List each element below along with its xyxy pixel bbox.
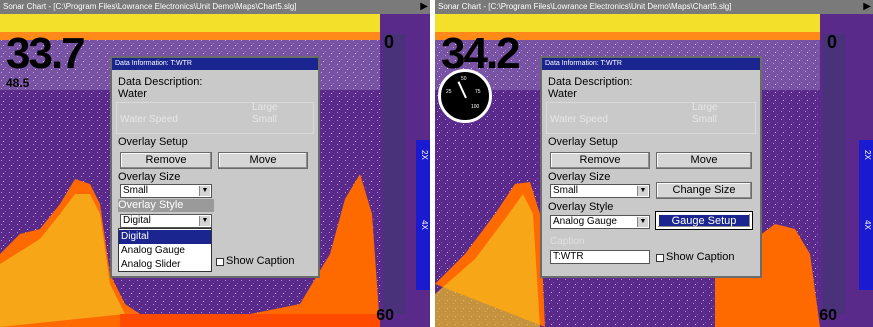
dialog-title: Data Information: T:WTR xyxy=(112,58,318,70)
remove-button[interactable]: Remove xyxy=(550,152,650,169)
overlay-style-dropdown[interactable]: Digital Analog Gauge Analog Slider xyxy=(118,228,212,272)
ghost-text: Water Speed xyxy=(120,114,178,125)
scroll-right-arrow-icon[interactable]: ▶ xyxy=(863,0,871,14)
chevron-down-icon[interactable]: ▼ xyxy=(637,217,648,227)
overlay-style-select[interactable]: Analog Gauge ▼ xyxy=(550,215,650,229)
data-information-dialog: Data Information: T:WTR Data Description… xyxy=(540,56,762,278)
caption-input[interactable]: T:WTR xyxy=(550,250,650,264)
show-caption-label[interactable]: Show Caption xyxy=(226,255,295,267)
secondary-reading: 48.5 xyxy=(6,76,30,90)
zoom-bar[interactable]: 2X 4X xyxy=(416,140,430,290)
gauge-setup-button[interactable]: Gauge Setup xyxy=(655,211,753,230)
show-caption-checkbox[interactable] xyxy=(656,254,664,262)
chevron-down-icon[interactable]: ▼ xyxy=(199,186,210,196)
overlay-size-select[interactable]: Small ▼ xyxy=(550,184,650,198)
overlay-style-label: Overlay Style xyxy=(118,199,184,211)
overlay-size-value: Small xyxy=(553,185,579,196)
overlay-setup-label: Overlay Setup xyxy=(118,136,188,148)
window-title: Sonar Chart - [C:\Program Files\Lowrance… xyxy=(438,2,732,11)
depth-reading: 33.7 xyxy=(6,29,86,78)
depth-scale-bottom: 60 xyxy=(819,307,837,324)
show-caption-label[interactable]: Show Caption xyxy=(666,251,735,263)
ghost-text: Large xyxy=(252,102,278,113)
overlay-size-select[interactable]: Small ▼ xyxy=(120,184,212,198)
zoom-2x-label[interactable]: 2X xyxy=(860,150,872,160)
move-button[interactable]: Move xyxy=(656,152,752,169)
overlay-style-value: Analog Gauge xyxy=(553,216,617,227)
zoom-4x-label[interactable]: 4X xyxy=(860,220,872,230)
overlay-style-value: Digital xyxy=(123,215,151,226)
overlay-setup-label: Overlay Setup xyxy=(548,136,618,148)
scroll-right-arrow-icon[interactable]: ▶ xyxy=(420,0,428,14)
show-caption-checkbox[interactable] xyxy=(216,258,224,266)
chevron-down-icon[interactable]: ▼ xyxy=(637,186,648,196)
ghost-text: Water Speed xyxy=(550,114,608,125)
caption-label: Caption xyxy=(550,236,585,247)
sonar-chart-window-left: Sonar Chart - [C:\Program Files\Lowrance… xyxy=(0,0,430,327)
data-description-value: Water xyxy=(548,88,577,100)
overlay-style-label: Overlay Style xyxy=(548,201,614,213)
overlay-size-label: Overlay Size xyxy=(118,171,181,183)
move-button[interactable]: Move xyxy=(218,152,308,169)
window-title: Sonar Chart - [C:\Program Files\Lowrance… xyxy=(3,2,297,11)
chevron-down-icon[interactable]: ▼ xyxy=(199,216,210,226)
dropdown-option-analog-slider[interactable]: Analog Slider xyxy=(119,258,211,272)
window-titlebar: Sonar Chart - [C:\Program Files\Lowrance… xyxy=(0,0,430,14)
sonar-chart-window-right: Sonar Chart - [C:\Program Files\Lowrance… xyxy=(435,0,873,327)
dialog-title: Data Information: T:WTR xyxy=(542,58,760,70)
data-information-dialog: Data Information: T:WTR Data Description… xyxy=(110,56,320,278)
depth-reading: 34.2 xyxy=(441,29,521,78)
analog-gauge-icon: 25 50 75 100 xyxy=(438,69,492,123)
data-description-label: Data Description: xyxy=(118,76,203,88)
dropdown-option-digital[interactable]: Digital xyxy=(119,230,211,244)
window-titlebar: Sonar Chart - [C:\Program Files\Lowrance… xyxy=(435,0,873,14)
ghost-text: Large xyxy=(692,102,718,113)
data-description-value: Water xyxy=(118,88,147,100)
gauge-tick: 25 xyxy=(446,89,452,95)
data-description-label: Data Description: xyxy=(548,76,633,88)
overlay-style-select[interactable]: Digital ▼ xyxy=(120,214,212,228)
gauge-tick: 75 xyxy=(475,89,481,95)
dropdown-option-analog-gauge[interactable]: Analog Gauge xyxy=(119,244,211,258)
remove-button[interactable]: Remove xyxy=(120,152,212,169)
zoom-bar[interactable]: 2X 4X xyxy=(859,140,873,290)
gauge-needle xyxy=(457,81,467,99)
depth-scale-bottom: 60 xyxy=(376,307,394,324)
zoom-4x-label[interactable]: 4X xyxy=(417,220,429,230)
overlay-size-value: Small xyxy=(123,185,149,196)
ghost-text: Small xyxy=(252,114,278,125)
ghost-text: Small xyxy=(692,114,718,125)
gauge-tick: 50 xyxy=(461,76,467,82)
depth-scale-top: 0 xyxy=(383,32,394,52)
gauge-tick: 100 xyxy=(471,104,480,110)
overlay-size-label: Overlay Size xyxy=(548,171,611,183)
zoom-2x-label[interactable]: 2X xyxy=(417,150,429,160)
depth-scale-top: 0 xyxy=(826,32,837,52)
change-size-button[interactable]: Change Size xyxy=(656,182,752,199)
